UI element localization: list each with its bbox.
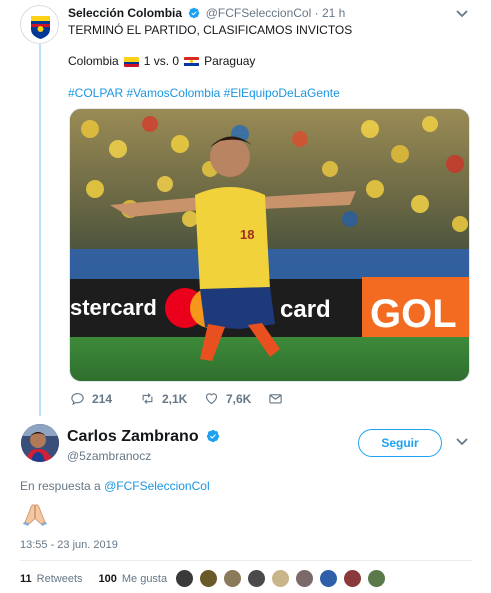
time-separator: · bbox=[314, 6, 319, 20]
tweet-stats: 11 Retweets 100 Me gusta bbox=[20, 573, 167, 585]
liker-avatar[interactable] bbox=[247, 569, 266, 588]
colombia-flag-icon bbox=[123, 56, 139, 67]
retweet-label[interactable]: Retweets bbox=[37, 573, 83, 585]
tweet-timestamp[interactable]: 13:55 - 23 jun. 2019 bbox=[20, 539, 118, 551]
direct-message-action[interactable] bbox=[268, 391, 283, 406]
retweet-action[interactable]: 2,1K bbox=[140, 391, 204, 406]
liker-avatar[interactable] bbox=[223, 569, 242, 588]
match-score: Colombia 1 vs. 0 Paraguay bbox=[68, 54, 255, 69]
like-count: 7,6K bbox=[226, 391, 252, 406]
selección-colombia-avatar[interactable] bbox=[20, 5, 59, 44]
author-name[interactable]: Selección Colombia bbox=[68, 6, 182, 20]
liker-avatar[interactable] bbox=[271, 569, 290, 588]
tweet-text: TERMINÓ EL PARTIDO, CLASIFICAMOS INVICTO… bbox=[68, 23, 353, 37]
envelope-icon bbox=[269, 394, 282, 404]
like-label[interactable]: Me gusta bbox=[122, 573, 167, 585]
reply-icon bbox=[71, 392, 84, 406]
chevron-down-icon[interactable] bbox=[455, 9, 469, 19]
parent-tweet[interactable]: Selección Colombia @FCFSeleccionCol · 21… bbox=[0, 0, 491, 416]
player-number: 18 bbox=[240, 227, 254, 242]
reply-author-handle[interactable]: @5zambranocz bbox=[67, 449, 151, 463]
reply-mention-link[interactable]: @FCFSeleccionCol bbox=[104, 479, 210, 493]
ad-board-right: GOL bbox=[370, 292, 457, 336]
paraguay-flag-icon bbox=[184, 56, 200, 67]
like-action[interactable]: 7,6K bbox=[204, 391, 268, 406]
reply-author-name-text[interactable]: Carlos Zambrano bbox=[67, 428, 199, 445]
celebration-photo: stercard card GOL 18 bbox=[70, 109, 469, 381]
reply-count: 214 bbox=[92, 391, 113, 406]
carlos-zambrano-avatar[interactable] bbox=[21, 424, 59, 462]
score-result: 1 vs. 0 bbox=[143, 54, 180, 68]
liker-avatars bbox=[175, 569, 386, 588]
follow-button[interactable]: Seguir bbox=[358, 429, 442, 457]
team-home: Colombia bbox=[68, 54, 119, 68]
folded-hands-icon bbox=[23, 504, 47, 526]
liker-avatar[interactable] bbox=[175, 569, 194, 588]
hashtag-link[interactable]: #COLPAR bbox=[68, 86, 123, 100]
hashtag-link[interactable]: #ElEquipoDeLaGente bbox=[224, 86, 340, 100]
liker-avatar[interactable] bbox=[343, 569, 362, 588]
verified-icon bbox=[206, 429, 220, 443]
divider bbox=[20, 560, 472, 561]
reply-prefix: En respuesta a bbox=[20, 479, 101, 493]
like-total[interactable]: 100 bbox=[99, 573, 117, 585]
retweet-icon bbox=[142, 393, 153, 404]
hashtag-link[interactable]: #VamosColombia bbox=[126, 86, 220, 100]
reply-action[interactable]: 214 bbox=[70, 391, 140, 406]
hashtags: #COLPAR #VamosColombia #ElEquipoDeLaGent… bbox=[68, 86, 340, 101]
heart-icon bbox=[205, 393, 218, 405]
team-away: Paraguay bbox=[204, 54, 256, 68]
liker-avatar[interactable] bbox=[295, 569, 314, 588]
ad-board-mid: card bbox=[280, 296, 331, 323]
thread-line bbox=[39, 44, 41, 416]
tweet-time[interactable]: 21 h bbox=[322, 6, 345, 20]
retweet-count: 2,1K bbox=[162, 391, 188, 406]
chevron-down-icon[interactable] bbox=[455, 437, 469, 447]
parent-tweet-header: Selección Colombia @FCFSeleccionCol · 21… bbox=[68, 6, 345, 21]
liker-avatar[interactable] bbox=[367, 569, 386, 588]
liker-avatar[interactable] bbox=[319, 569, 338, 588]
author-handle[interactable]: @FCFSeleccionCol bbox=[206, 6, 312, 20]
tweet-actions: 214 2,1K 7,6K bbox=[70, 391, 283, 406]
tweet-photo[interactable]: stercard card GOL 18 bbox=[69, 108, 470, 382]
reply-author-name[interactable]: Carlos Zambrano bbox=[67, 428, 222, 446]
liker-avatar[interactable] bbox=[199, 569, 218, 588]
ad-board-left: stercard bbox=[70, 295, 157, 320]
retweet-total[interactable]: 11 bbox=[20, 573, 32, 585]
verified-icon bbox=[189, 7, 200, 19]
reply-context: En respuesta a @FCFSeleccionCol bbox=[20, 479, 210, 493]
